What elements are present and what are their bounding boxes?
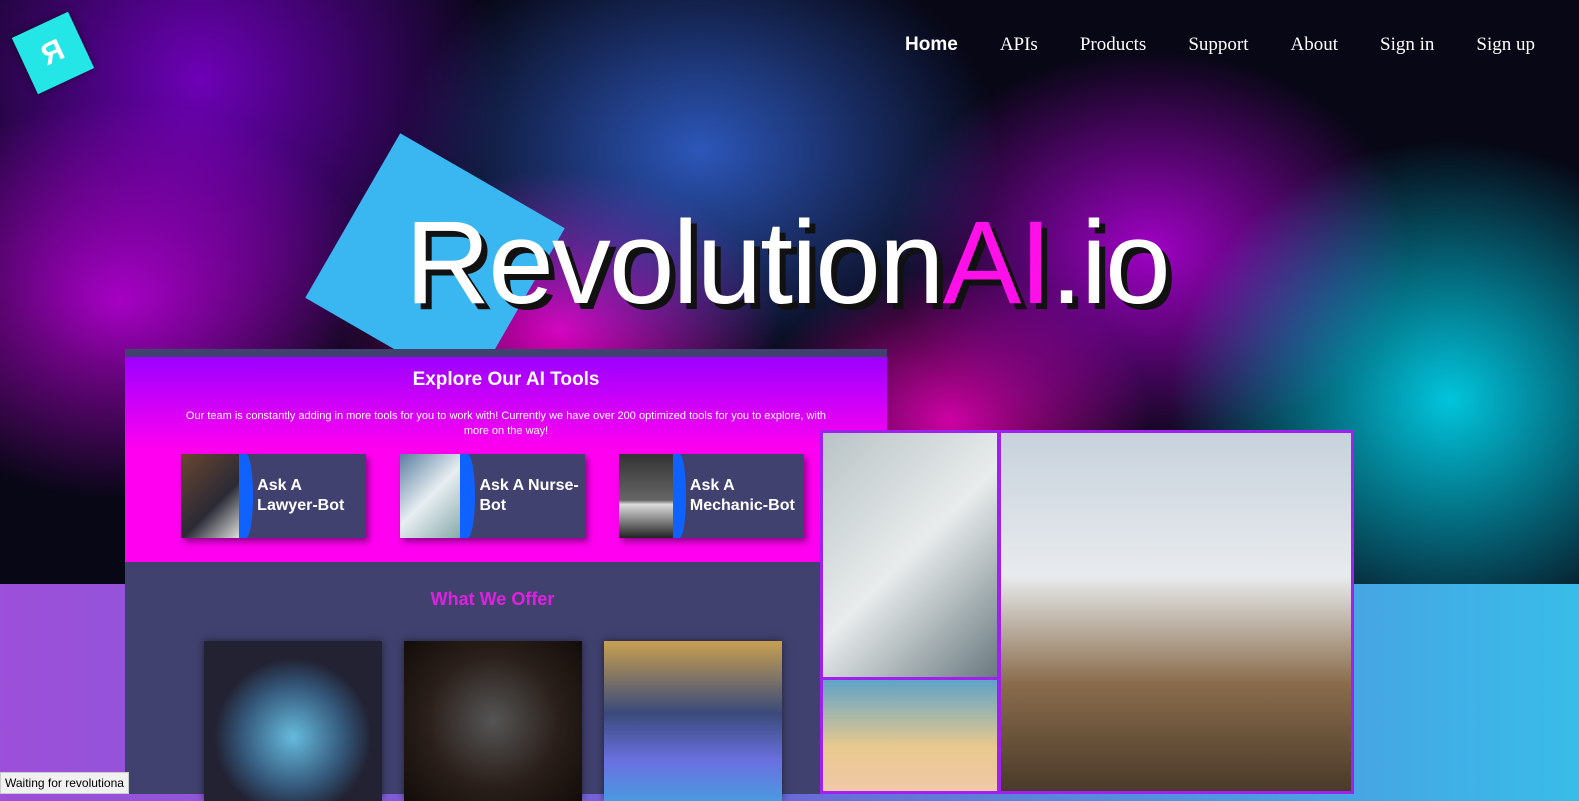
- content-panel: Explore Our AI Tools Our team is constan…: [125, 349, 887, 801]
- offer-image-camera: [404, 641, 582, 801]
- nav-sign-up[interactable]: Sign up: [1476, 34, 1535, 56]
- card-label: Ask A Mechanic-Bot: [689, 477, 795, 514]
- brand-main: Revolution: [405, 197, 945, 329]
- viking-image: [998, 430, 1354, 794]
- card-label: Ask A Lawyer-Bot: [257, 477, 345, 514]
- nurse-bot-card[interactable]: Ask A Nurse-Bot: [400, 454, 585, 538]
- browser-status-bar: Waiting for revolutiona: [0, 772, 129, 794]
- tools-description: Our team is constantly adding in more to…: [185, 410, 827, 437]
- offer-image-bubble: [204, 641, 382, 801]
- site-logo[interactable]: Я: [11, 11, 95, 95]
- nurse-image: [400, 454, 461, 538]
- card-accent: [672, 454, 686, 538]
- brand-ai: AI: [942, 197, 1052, 329]
- lawyer-bot-card[interactable]: Ask A Lawyer-Bot: [181, 454, 366, 538]
- card-label: Ask A Nurse-Bot: [479, 477, 579, 514]
- card-accent: [460, 454, 476, 538]
- offer-image-library: [604, 641, 782, 801]
- woman-portrait-image: [820, 677, 1000, 794]
- tools-title: Explore Our AI Tools: [412, 369, 600, 390]
- mechanic-bot-card[interactable]: Ask A Mechanic-Bot: [619, 454, 804, 538]
- nav-home[interactable]: Home: [905, 34, 958, 56]
- card-accent: [238, 454, 254, 538]
- nav-apis[interactable]: APIs: [1000, 34, 1038, 56]
- nav-support[interactable]: Support: [1188, 34, 1248, 56]
- tools-section: Explore Our AI Tools Our team is constan…: [125, 357, 887, 562]
- lawyer-image: [181, 454, 239, 538]
- scientist-image: [820, 430, 1000, 680]
- nav-sign-in[interactable]: Sign in: [1380, 34, 1434, 56]
- main-nav: Home APIs Products Support About Sign in…: [905, 34, 1535, 56]
- brand-title: RevolutionAI.io: [405, 195, 1171, 331]
- mechanic-image: [619, 454, 673, 538]
- nav-products[interactable]: Products: [1080, 34, 1147, 56]
- brand-suffix: .io: [1050, 197, 1171, 329]
- nav-about[interactable]: About: [1291, 34, 1339, 56]
- offer-title: What We Offer: [430, 589, 555, 609]
- logo-letter: Я: [36, 33, 70, 73]
